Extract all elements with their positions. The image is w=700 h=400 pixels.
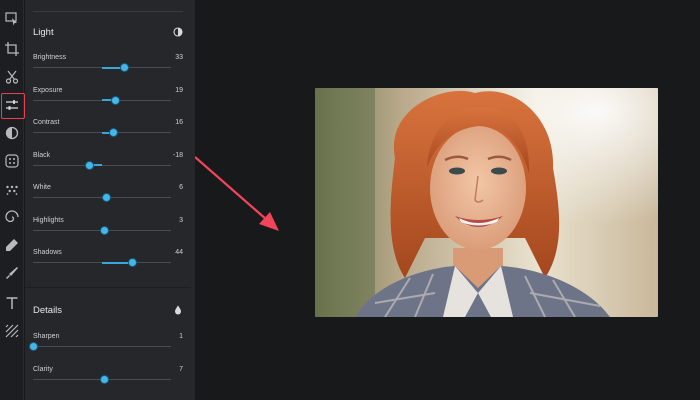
slider-track[interactable] bbox=[33, 164, 171, 166]
slider-row-contrast: Contrast 16 bbox=[33, 119, 183, 149]
slider-value: 6 bbox=[179, 184, 183, 191]
slider-label: Clarity bbox=[33, 365, 53, 373]
portrait-image bbox=[315, 88, 658, 317]
adjust-tool-button[interactable] bbox=[0, 92, 25, 119]
slider-thumb[interactable] bbox=[99, 225, 109, 235]
panel-content: Light Brightness 33 Exposure 19 Contrast 16 Bl… bbox=[25, 0, 191, 400]
scissors-icon bbox=[5, 70, 19, 84]
slider-value: 33 bbox=[175, 54, 183, 61]
slider-thumb[interactable] bbox=[85, 160, 95, 170]
edited-photo[interactable] bbox=[315, 88, 658, 317]
adjustments-panel: Light Brightness 33 Exposure 19 Contrast 16 Bl… bbox=[25, 0, 195, 400]
active-tool-highlight bbox=[1, 93, 25, 119]
slider-value: 1 bbox=[179, 333, 183, 340]
pattern-tool-button[interactable] bbox=[0, 318, 24, 344]
spiral-icon bbox=[5, 210, 19, 223]
slider-row-black: Black -18 bbox=[33, 152, 183, 182]
slider-value: 3 bbox=[179, 216, 183, 224]
light-section-header[interactable]: Light bbox=[33, 25, 183, 39]
slider-row-exposure: Exposure 19 bbox=[33, 87, 183, 117]
filter-tool-button[interactable] bbox=[0, 120, 24, 146]
dots-grid-icon bbox=[6, 185, 18, 195]
slider-label: Shadows bbox=[33, 249, 62, 256]
slider-thumb[interactable] bbox=[100, 374, 110, 384]
section-divider bbox=[25, 287, 191, 288]
text-tool-button[interactable] bbox=[0, 290, 24, 316]
slider-thumb[interactable] bbox=[28, 342, 38, 351]
slider-label: Exposure bbox=[33, 86, 63, 94]
select-tool-button[interactable] bbox=[0, 6, 24, 32]
dotted-square-icon bbox=[5, 154, 19, 168]
slider-value: 44 bbox=[175, 249, 183, 256]
slider-label: White bbox=[33, 184, 51, 191]
slider-thumb[interactable] bbox=[101, 193, 111, 202]
cursor-icon bbox=[5, 12, 17, 26]
slider-thumb[interactable] bbox=[108, 128, 118, 137]
slider-label: Brightness bbox=[33, 54, 67, 61]
eraser-icon bbox=[6, 239, 18, 251]
slider-value: 16 bbox=[175, 119, 183, 126]
slider-value: 19 bbox=[175, 86, 183, 94]
contrast-circle-icon bbox=[5, 126, 19, 140]
brush-tool-button[interactable] bbox=[0, 232, 24, 258]
pen-nib-icon bbox=[6, 267, 18, 279]
details-section-header[interactable]: Details bbox=[33, 303, 183, 317]
slider-label: Sharpen bbox=[33, 333, 60, 340]
slider-track[interactable] bbox=[33, 346, 171, 347]
slider-value: 7 bbox=[179, 365, 183, 373]
details-section-title: Details bbox=[33, 304, 63, 316]
slider-thumb[interactable] bbox=[127, 258, 137, 267]
half-circle-icon bbox=[173, 27, 183, 37]
photo-editor-app: Light Brightness 33 Exposure 19 Contrast 16 Bl… bbox=[0, 0, 700, 400]
shape-tool-button[interactable] bbox=[0, 204, 24, 230]
light-section-title: Light bbox=[33, 26, 54, 38]
slider-value: -18 bbox=[172, 151, 183, 159]
texture-tool-button[interactable] bbox=[0, 176, 24, 202]
canvas-area bbox=[195, 0, 700, 400]
slider-thumb[interactable] bbox=[110, 95, 120, 105]
slider-row-sharpen: Sharpen 1 bbox=[28, 333, 183, 363]
panel-top-divider bbox=[33, 11, 183, 12]
slider-row-white: White 6 bbox=[33, 184, 183, 214]
slider-label: Contrast bbox=[33, 119, 60, 126]
tool-sidebar bbox=[0, 0, 25, 400]
slider-thumb[interactable] bbox=[120, 63, 130, 72]
slider-row-shadows: Shadows 44 bbox=[33, 249, 183, 279]
slider-row-highlights: Highlights 3 bbox=[33, 217, 183, 247]
diagonal-lines-icon bbox=[5, 324, 19, 338]
effects-tool-button[interactable] bbox=[0, 148, 24, 174]
crop-tool-button[interactable] bbox=[0, 36, 24, 62]
crop-icon bbox=[5, 42, 19, 56]
slider-row-brightness: Brightness 33 bbox=[33, 54, 183, 84]
slider-row-clarity: Clarity 7 bbox=[33, 366, 183, 396]
text-t-icon bbox=[6, 297, 18, 309]
cut-tool-button[interactable] bbox=[0, 64, 24, 90]
slider-label: Black bbox=[33, 151, 51, 159]
retouch-tool-button[interactable] bbox=[0, 260, 24, 286]
droplet-icon bbox=[175, 305, 181, 315]
slider-label: Highlights bbox=[33, 216, 64, 224]
